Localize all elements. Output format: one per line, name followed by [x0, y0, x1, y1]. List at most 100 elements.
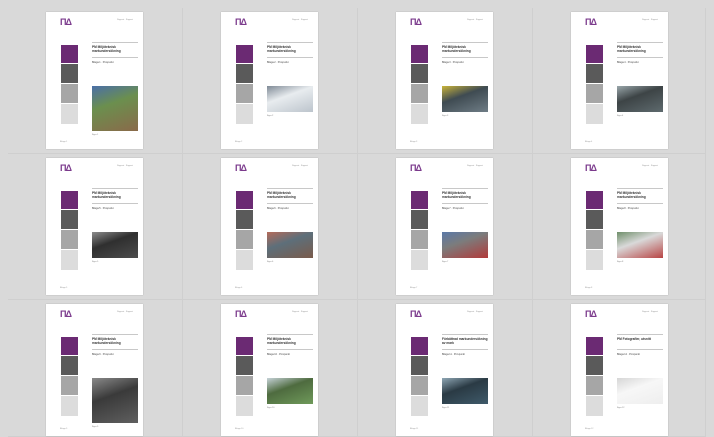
logo-icon: ΠΔ [60, 17, 72, 27]
document-subtitle: Bilaga 2 · Provpunkt [267, 61, 289, 64]
color-band [61, 376, 78, 395]
thumbnail-cell[interactable]: ΠΔ Rapport · Rapport PM Miljöteknisk marku… [533, 154, 706, 300]
document-thumbnail[interactable]: ΠΔ Rapport · Rapport PM Fotografier, utsni… [571, 304, 668, 436]
divider [442, 188, 488, 189]
color-band [586, 64, 603, 83]
document-thumbnail[interactable]: ΠΔ Rapport · Rapport PM Miljöteknisk marku… [221, 12, 318, 149]
photo-caption: Figur 11 [442, 407, 450, 409]
thumbnail-cell[interactable]: ΠΔ Rapport · Rapport PM Miljöteknisk marku… [533, 8, 706, 154]
photo-caption: Figur 12 [617, 407, 625, 409]
divider [267, 349, 313, 350]
document-header: Rapport · Rapport [116, 311, 133, 313]
color-band [586, 376, 603, 395]
document-title: PM Miljöteknisk markundersökning [267, 191, 296, 199]
document-header: Rapport · Rapport [116, 19, 133, 21]
document-footer: Bilaga 1 [60, 141, 68, 143]
divider [617, 42, 663, 43]
document-title: PM Miljöteknisk markundersökning [267, 337, 296, 345]
document-subtitle: Bilaga 8 · Provpunkt [617, 207, 639, 210]
divider [442, 203, 488, 204]
divider [92, 334, 138, 335]
document-header: Rapport · Rapport [116, 165, 133, 167]
color-band [586, 337, 603, 355]
color-band [411, 337, 428, 355]
thumbnail-grid: ΠΔ Rapport · Rapport PM Miljöteknisk marku… [8, 8, 706, 437]
thumbnail-cell[interactable]: ΠΔ Rapport · Rapport PM Miljöteknisk marku… [183, 8, 358, 154]
document-header: Rapport · Rapport [466, 311, 483, 313]
document-header: Rapport · Rapport [466, 19, 483, 21]
divider [617, 334, 663, 335]
document-title: Förbättrad markundersökning av mark [442, 337, 488, 345]
color-band [586, 356, 603, 375]
color-band [411, 376, 428, 395]
photo-caption: Figur 6 [267, 261, 274, 263]
document-thumbnail[interactable]: ΠΔ Rapport · Rapport PM Miljöteknisk marku… [221, 158, 318, 295]
document-thumbnail[interactable]: ΠΔ Rapport · Rapport PM Miljöteknisk marku… [571, 158, 668, 295]
thumbnail-cell[interactable]: ΠΔ Rapport · Rapport PM Miljöteknisk marku… [183, 154, 358, 300]
color-band [236, 337, 253, 355]
divider [442, 334, 488, 335]
color-band [411, 230, 428, 249]
document-thumbnail[interactable]: ΠΔ Rapport · Rapport PM Miljöteknisk marku… [46, 304, 143, 436]
thumbnail-cell[interactable]: ΠΔ Rapport · Rapport PM Miljöteknisk marku… [8, 154, 183, 300]
logo-icon: ΠΔ [235, 309, 247, 319]
document-thumbnail[interactable]: ΠΔ Rapport · Rapport PM Miljöteknisk marku… [571, 12, 668, 149]
color-band [586, 84, 603, 103]
divider [617, 203, 663, 204]
cover-photo [442, 378, 488, 404]
logo-icon: ΠΔ [235, 17, 247, 27]
document-title: PM Miljöteknisk markundersökning [92, 337, 121, 345]
logo-icon: ΠΔ [585, 309, 597, 319]
color-band [236, 64, 253, 83]
cover-photo [267, 232, 313, 258]
divider [92, 57, 138, 58]
document-subtitle: Bilaga 6 · Provpunkt [267, 207, 289, 210]
thumbnail-cell[interactable]: ΠΔ Rapport · Rapport PM Miljöteknisk marku… [8, 300, 183, 437]
document-thumbnail[interactable]: ΠΔ Rapport · Rapport Förbättrad markunders… [396, 304, 493, 436]
thumbnail-cell[interactable]: ΠΔ Rapport · Rapport Förbättrad markunders… [358, 300, 533, 437]
cover-photo [442, 232, 488, 258]
color-band [236, 84, 253, 103]
document-footer: Bilaga 11 [410, 428, 419, 430]
document-header: Rapport · Rapport [641, 311, 658, 313]
thumbnail-cell[interactable]: ΠΔ Rapport · Rapport PM Fotografier, utsni… [533, 300, 706, 437]
color-band [411, 396, 428, 416]
cover-photo [617, 232, 663, 258]
divider [442, 349, 488, 350]
color-band [61, 45, 78, 63]
color-band [236, 376, 253, 395]
document-title: PM Fotografier, utsnitt [617, 337, 651, 341]
document-thumbnail[interactable]: ΠΔ Rapport · Rapport PM Miljöteknisk marku… [46, 158, 143, 295]
document-footer: Bilaga 4 [585, 141, 593, 143]
logo-icon: ΠΔ [410, 17, 422, 27]
color-band [411, 64, 428, 83]
color-band [61, 250, 78, 270]
document-subtitle: Bilaga 1 · Provpunkt [92, 61, 114, 64]
thumbnail-cell[interactable]: ΠΔ Rapport · Rapport PM Miljöteknisk marku… [358, 154, 533, 300]
document-header: Rapport · Rapport [291, 311, 308, 313]
color-band [411, 84, 428, 103]
document-title: PM Miljöteknisk markundersökning [617, 45, 646, 53]
color-band [586, 104, 603, 124]
thumbnail-cell[interactable]: ΠΔ Rapport · Rapport PM Miljöteknisk marku… [358, 8, 533, 154]
color-band [236, 356, 253, 375]
thumbnail-cell[interactable]: ΠΔ Rapport · Rapport PM Miljöteknisk marku… [183, 300, 358, 437]
color-band [411, 104, 428, 124]
document-thumbnail[interactable]: ΠΔ Rapport · Rapport PM Miljöteknisk marku… [221, 304, 318, 436]
color-band [236, 191, 253, 209]
logo-icon: ΠΔ [410, 309, 422, 319]
color-band [586, 191, 603, 209]
cover-photo [267, 378, 313, 404]
document-thumbnail[interactable]: ΠΔ Rapport · Rapport PM Miljöteknisk marku… [396, 158, 493, 295]
document-thumbnail[interactable]: ΠΔ Rapport · Rapport PM Miljöteknisk marku… [396, 12, 493, 149]
divider [617, 188, 663, 189]
document-thumbnail[interactable]: ΠΔ Rapport · Rapport PM Miljöteknisk marku… [46, 12, 143, 149]
document-header: Rapport · Rapport [291, 19, 308, 21]
logo-icon: ΠΔ [585, 163, 597, 173]
color-band [411, 191, 428, 209]
divider [617, 349, 663, 350]
document-footer: Bilaga 12 [585, 428, 594, 430]
logo-icon: ΠΔ [60, 309, 72, 319]
thumbnail-cell[interactable]: ΠΔ Rapport · Rapport PM Miljöteknisk marku… [8, 8, 183, 154]
cover-photo [92, 86, 138, 131]
